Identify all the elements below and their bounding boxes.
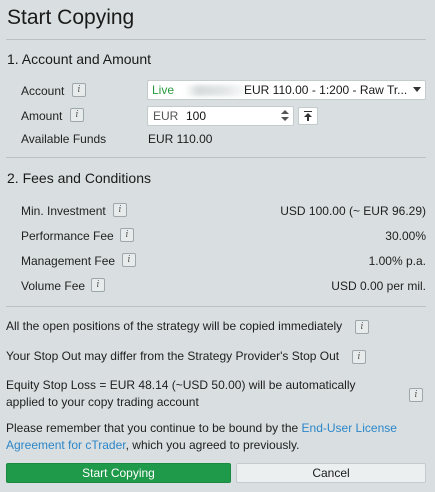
min-investment-label: Min. Investment [21,204,106,218]
license-link[interactable]: End-User License [302,421,397,435]
account-select-value: EUR 110.00 - 1:200 - Raw Tr... [244,83,408,97]
divider [6,39,426,40]
account-info-icon[interactable]: i [72,83,86,97]
min-investment-value: USD 100.00 (~ EUR 96.29) [280,204,426,218]
amount-label: Amount [21,109,63,123]
section-account-amount-title: 1. Account and Amount [7,51,151,67]
available-funds-label: Available Funds [21,132,107,146]
max-icon-stem [307,116,309,121]
dialog-title: Start Copying [7,6,135,29]
equity-stop-loss-line1: Equity Stop Loss = EUR 48.14 (~USD 50.00… [6,378,356,392]
divider [6,157,426,158]
volume-fee-label: Volume Fee [21,279,86,293]
available-funds-value: EUR 110.00 [148,132,213,146]
performance-fee-value: 30.00% [385,229,426,243]
start-copying-button[interactable]: Start Copying [6,463,231,483]
stop-out-info-icon[interactable]: i [352,350,366,364]
license-text-pre: Please remember that you continue to be … [6,421,302,435]
license-note-line1: Please remember that you continue to be … [6,420,397,437]
account-live-tag: Live [152,83,175,97]
volume-fee-value: USD 0.00 per mil. [331,279,426,293]
performance-fee-info-icon[interactable]: i [120,228,134,242]
account-number-redacted [185,85,251,96]
equity-stop-loss-info-icon[interactable]: i [409,388,423,402]
account-select[interactable]: Live EUR 110.00 - 1:200 - Raw Tr... [147,80,426,100]
management-fee-info-icon[interactable]: i [122,253,136,267]
section-fees-title: 2. Fees and Conditions [7,170,151,186]
amount-info-icon[interactable]: i [70,108,84,122]
amount-input[interactable] [186,108,276,124]
cancel-button[interactable]: Cancel [236,463,426,483]
equity-stop-loss-line2: applied to your copy trading account [6,395,199,409]
divider [6,306,426,307]
stop-out-note: Your Stop Out may differ from the Strate… [6,349,340,363]
max-icon-bar [304,111,312,112]
license-text-post: , which you agreed to previously. [125,438,300,452]
max-amount-button[interactable] [298,107,318,125]
amount-field[interactable]: EUR [147,106,294,126]
account-label: Account [21,84,65,98]
stepper-down-icon[interactable] [281,117,289,121]
management-fee-value: 1.00% p.a. [368,254,426,268]
volume-fee-info-icon[interactable]: i [91,278,105,292]
amount-stepper[interactable] [281,109,290,123]
stepper-up-icon[interactable] [281,110,289,114]
positions-info-icon[interactable]: i [355,320,369,334]
amount-currency: EUR [153,109,179,123]
management-fee-label: Management Fee [21,254,116,268]
chevron-down-icon [413,87,421,92]
performance-fee-label: Performance Fee [21,229,114,243]
license-link-continued[interactable]: Agreement for cTrader [6,438,126,452]
min-investment-info-icon[interactable]: i [113,203,127,217]
license-note-line2: Agreement for cTrader, which you agreed … [6,437,299,454]
positions-note: All the open positions of the strategy w… [6,319,343,333]
